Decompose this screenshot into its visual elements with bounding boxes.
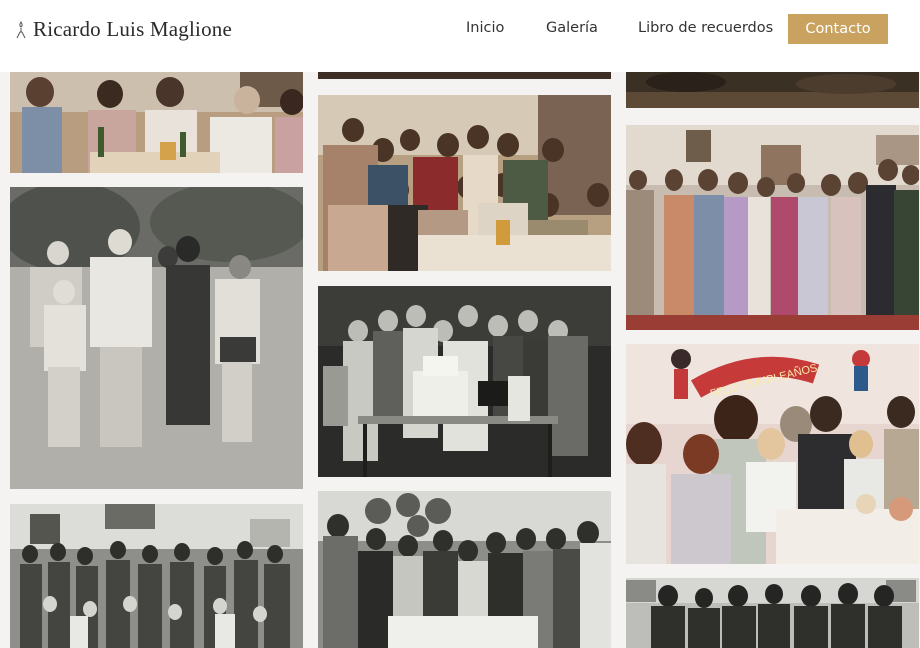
gallery-photo[interactable]: FELIZ CUMPLEAÑOS: [626, 344, 919, 564]
gallery-photo[interactable]: [626, 578, 919, 648]
main-nav: Inicio Galería Libro de recuerdos Contac…: [0, 14, 920, 44]
gallery-photo[interactable]: [318, 286, 611, 477]
nav-galeria[interactable]: Galería: [546, 20, 598, 36]
nav-libro-de-recuerdos[interactable]: Libro de recuerdos: [638, 20, 773, 36]
gallery-photo[interactable]: [10, 504, 303, 648]
gallery-photo[interactable]: [10, 72, 303, 173]
contact-button[interactable]: Contacto: [788, 14, 888, 44]
gallery-photo[interactable]: [626, 72, 919, 108]
site-header: Ricardo Luis Maglione Inicio Galería Lib…: [0, 0, 920, 72]
nav-inicio[interactable]: Inicio: [466, 20, 504, 36]
gallery-photo[interactable]: [318, 95, 611, 271]
gallery-photo[interactable]: [626, 125, 919, 330]
gallery-photo[interactable]: [318, 72, 611, 79]
gallery-photo[interactable]: [318, 491, 611, 648]
gallery-photo[interactable]: [10, 187, 303, 489]
